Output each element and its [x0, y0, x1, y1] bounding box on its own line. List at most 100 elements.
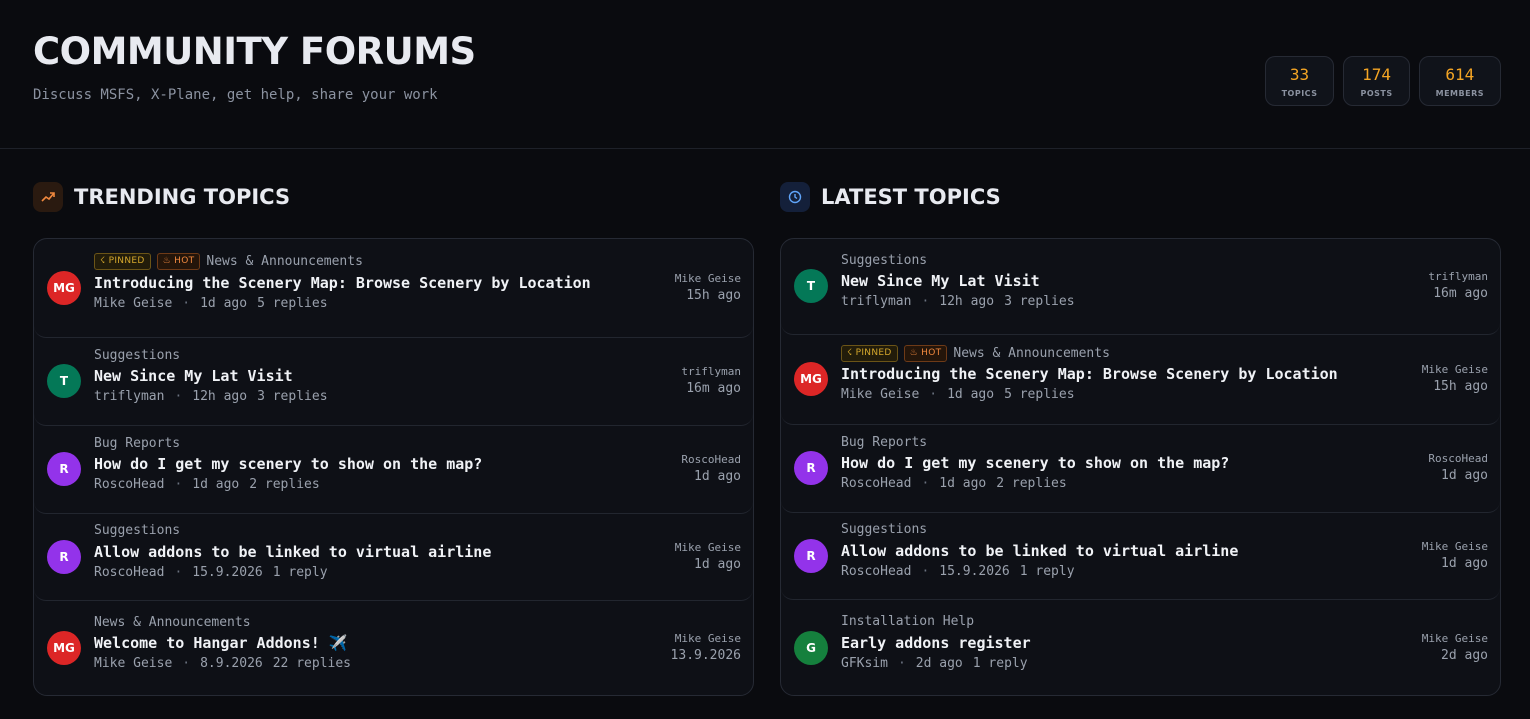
- topic-age: 1d ago: [192, 477, 240, 492]
- avatar[interactable]: R: [47, 452, 81, 486]
- topic-age: 1d ago: [947, 387, 995, 402]
- topic-title-link[interactable]: Introducing the Scenery Map: Browse Scen…: [841, 365, 1338, 383]
- topic-meta: Suggestions: [94, 522, 491, 540]
- topic-content: Suggestions New Since My Lat Visit trifl…: [94, 346, 328, 405]
- latest-topics-list: T Suggestions New Since My Lat Visit tri…: [780, 238, 1501, 696]
- topic-row[interactable]: R Suggestions Allow addons to be linked …: [34, 514, 753, 601]
- avatar[interactable]: R: [794, 451, 828, 485]
- category-link[interactable]: Suggestions: [841, 522, 927, 537]
- author-link[interactable]: RoscoHead: [94, 477, 164, 492]
- hot-badge: ♨ HOT: [156, 253, 201, 270]
- avatar[interactable]: T: [47, 364, 81, 398]
- last-post-user[interactable]: Mike Geise: [675, 541, 741, 554]
- topic-row[interactable]: R Suggestions Allow addons to be linked …: [781, 513, 1500, 600]
- topic-content: Suggestions Allow addons to be linked to…: [841, 521, 1238, 579]
- topic-title-link[interactable]: Introducing the Scenery Map: Browse Scen…: [94, 274, 591, 292]
- stat-value: 614: [1445, 64, 1475, 84]
- stat-topics: 33 TOPICS: [1264, 56, 1335, 106]
- topic-row[interactable]: MG News & Announcements Welcome to Hanga…: [34, 601, 753, 695]
- last-post-time: 15h ago: [686, 287, 741, 303]
- stats-bar: 33 TOPICS 174 POSTS 614 MEMBERS: [1264, 56, 1501, 106]
- stat-value: 174: [1362, 64, 1391, 84]
- last-post-user[interactable]: triflyman: [1428, 270, 1488, 283]
- avatar[interactable]: MG: [47, 631, 81, 665]
- trending-topics-list: MG ☇ PINNED ♨ HOT News & Announcements I…: [33, 238, 754, 696]
- page-title: COMMUNITY FORUMS: [33, 30, 476, 73]
- avatar[interactable]: T: [794, 269, 828, 303]
- topic-meta: Installation Help: [841, 613, 1031, 631]
- topic-title-link[interactable]: How do I get my scenery to show on the m…: [841, 454, 1229, 472]
- topic-row[interactable]: T Suggestions New Since My Lat Visit tri…: [34, 338, 753, 426]
- separator-dot: ·: [174, 564, 183, 580]
- reply-count: 1 reply: [972, 655, 1028, 671]
- topic-row[interactable]: T Suggestions New Since My Lat Visit tri…: [781, 239, 1500, 335]
- category-link[interactable]: News & Announcements: [206, 254, 363, 269]
- avatar[interactable]: G: [794, 630, 828, 665]
- last-post-time: 1d ago: [694, 556, 741, 572]
- avatar[interactable]: R: [47, 539, 81, 574]
- topic-row[interactable]: R Bug Reports How do I get my scenery to…: [34, 426, 753, 514]
- topic-title-link[interactable]: Early addons register: [841, 634, 1031, 652]
- topic-stats: Mike Geise · 1d ago 5 replies: [94, 296, 591, 311]
- last-post-time: 15h ago: [1433, 379, 1488, 394]
- author-link[interactable]: triflyman: [841, 294, 911, 309]
- avatar[interactable]: MG: [794, 362, 828, 396]
- separator-dot: ·: [921, 294, 930, 309]
- author-link[interactable]: RoscoHead: [841, 476, 911, 491]
- topic-meta: Suggestions: [841, 251, 1075, 269]
- category-link[interactable]: Bug Reports: [841, 435, 927, 450]
- category-link[interactable]: Suggestions: [841, 253, 927, 268]
- reply-count: 2 replies: [249, 477, 320, 492]
- last-post-user[interactable]: Mike Geise: [671, 632, 741, 645]
- category-link[interactable]: Suggestions: [94, 348, 180, 363]
- topic-stats: RoscoHead · 1d ago 2 replies: [841, 476, 1229, 491]
- topic-content: News & Announcements Welcome to Hangar A…: [94, 613, 352, 672]
- category-link[interactable]: News & Announcements: [953, 346, 1110, 361]
- last-post-user[interactable]: Mike Geise: [1422, 363, 1488, 376]
- last-post-user[interactable]: RoscoHead: [681, 453, 741, 466]
- avatar[interactable]: R: [794, 538, 828, 573]
- pinned-badge: ☇ PINNED: [94, 253, 151, 270]
- topic-title-link[interactable]: New Since My Lat Visit: [94, 367, 328, 385]
- author-link[interactable]: Mike Geise: [94, 656, 172, 671]
- avatar[interactable]: MG: [47, 270, 81, 305]
- last-post-user[interactable]: Mike Geise: [1422, 632, 1488, 645]
- topic-row[interactable]: MG ☇ PINNED ♨ HOT News & Announcements I…: [781, 335, 1500, 425]
- topic-content: Installation Help Early addons register …: [841, 613, 1031, 671]
- last-post-info: Mike Geise 2d ago: [1422, 632, 1488, 663]
- separator-dot: ·: [897, 655, 906, 671]
- topic-title-link[interactable]: Allow addons to be linked to virtual air…: [841, 542, 1238, 560]
- topic-title-link[interactable]: Welcome to Hangar Addons! ✈️: [94, 634, 351, 652]
- last-post-user[interactable]: RoscoHead: [1428, 452, 1488, 465]
- last-post-user[interactable]: triflyman: [681, 365, 741, 378]
- author-link[interactable]: Mike Geise: [94, 296, 172, 311]
- category-link[interactable]: Suggestions: [94, 523, 180, 538]
- author-link[interactable]: triflyman: [94, 389, 164, 404]
- last-post-info: Mike Geise 1d ago: [675, 541, 741, 572]
- topic-title-link[interactable]: How do I get my scenery to show on the m…: [94, 455, 482, 473]
- category-link[interactable]: Installation Help: [841, 614, 974, 629]
- topic-row[interactable]: MG ☇ PINNED ♨ HOT News & Announcements I…: [34, 239, 753, 338]
- topic-meta: Bug Reports: [841, 433, 1229, 451]
- trending-up-icon: [33, 182, 63, 212]
- reply-count: 5 replies: [257, 295, 328, 311]
- author-link[interactable]: Mike Geise: [841, 387, 919, 402]
- author-link[interactable]: GFKsim: [841, 656, 888, 671]
- topic-stats: RoscoHead · 1d ago 2 replies: [94, 477, 482, 492]
- topic-stats: triflyman · 12h ago 3 replies: [841, 294, 1075, 309]
- last-post-user[interactable]: Mike Geise: [675, 272, 741, 285]
- topic-title-link[interactable]: New Since My Lat Visit: [841, 272, 1075, 290]
- reply-count: 22 replies: [272, 656, 352, 671]
- last-post-info: RoscoHead 1d ago: [681, 453, 741, 484]
- author-link[interactable]: RoscoHead: [841, 564, 911, 579]
- last-post-user[interactable]: Mike Geise: [1422, 540, 1488, 553]
- topic-row[interactable]: R Bug Reports How do I get my scenery to…: [781, 425, 1500, 513]
- separator-dot: ·: [921, 476, 930, 491]
- topic-title-link[interactable]: Allow addons to be linked to virtual air…: [94, 543, 491, 561]
- separator-dot: ·: [929, 387, 938, 402]
- last-post-time: 16m ago: [686, 381, 741, 396]
- category-link[interactable]: News & Announcements: [94, 615, 251, 630]
- author-link[interactable]: RoscoHead: [94, 565, 164, 580]
- topic-row[interactable]: G Installation Help Early addons registe…: [781, 600, 1500, 695]
- category-link[interactable]: Bug Reports: [94, 436, 180, 451]
